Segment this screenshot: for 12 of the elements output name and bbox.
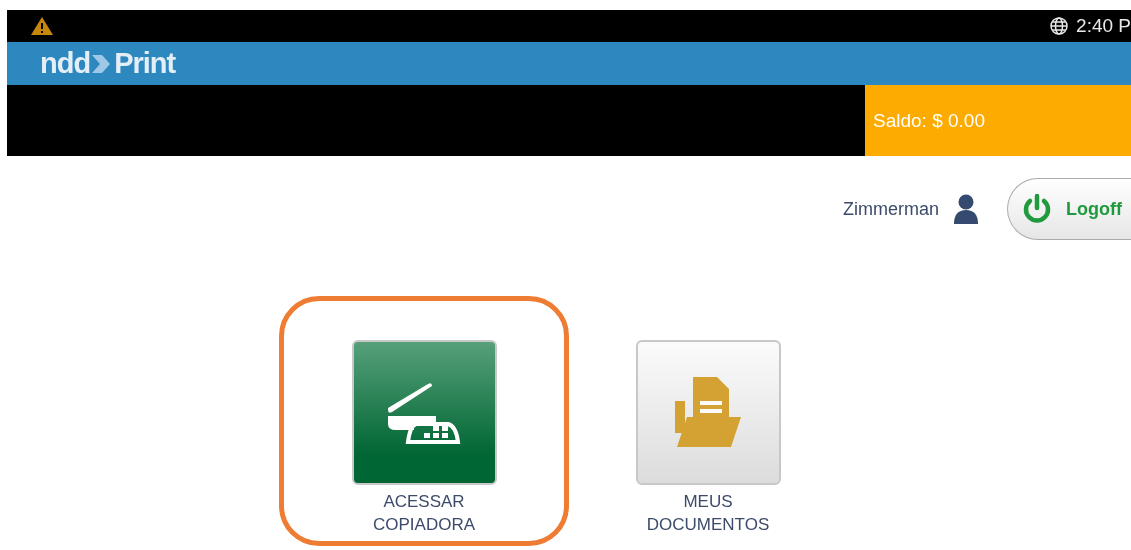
power-icon [1022, 193, 1052, 225]
user-name: Zimmerman [843, 198, 939, 220]
globe-icon [1050, 17, 1069, 35]
status-time: 2:40 P [1076, 15, 1131, 37]
balance-label: Saldo: $ 0.00 [865, 85, 1131, 156]
tile-label: ACESSAR COPIADORA [373, 491, 475, 536]
warning-icon [31, 17, 53, 35]
menu-tile[interactable]: ACESSAR COPIADORA [279, 296, 569, 546]
logo: ndd Print [40, 47, 176, 80]
tile-label: MEUS DOCUMENTOS [646, 491, 770, 536]
user-icon [953, 194, 979, 224]
folder-icon [673, 376, 743, 449]
